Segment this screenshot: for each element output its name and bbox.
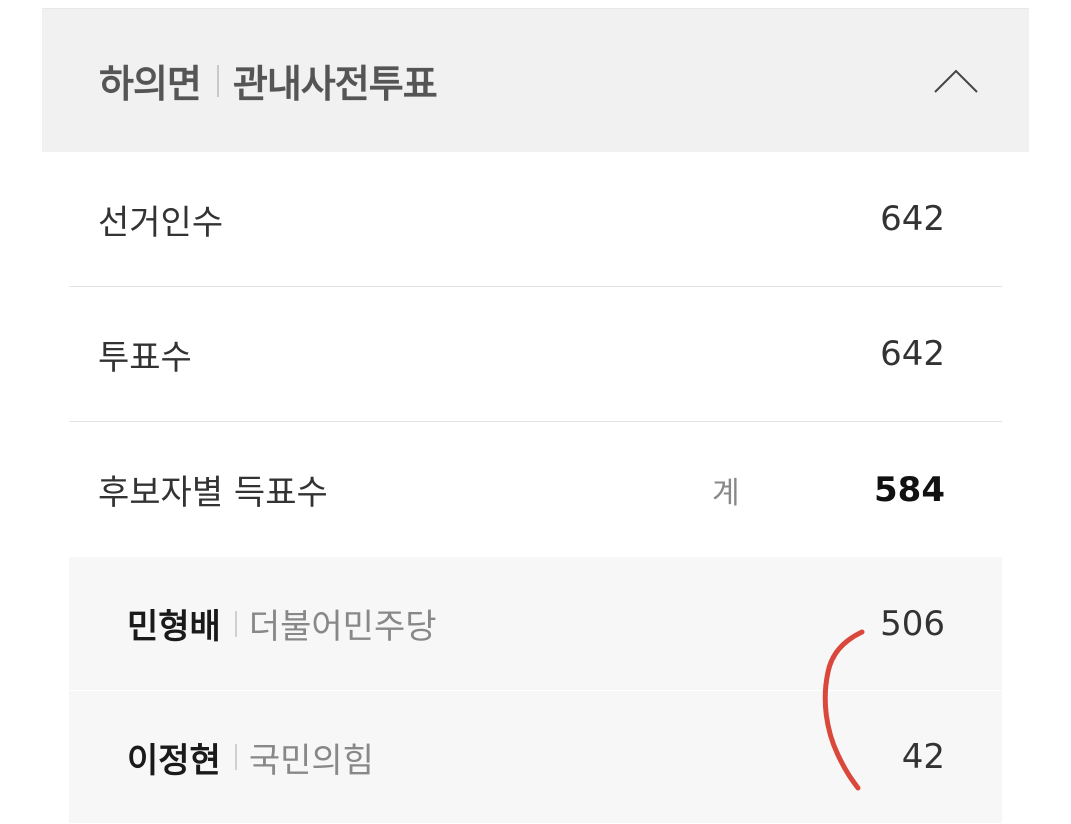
section-header[interactable]: 하의면 관내사전투표 xyxy=(42,8,1029,152)
section-title: 하의면 관내사전투표 xyxy=(99,53,438,108)
electorate-row: 선거인수 642 xyxy=(69,152,1002,287)
results-page: 하의면 관내사전투표 선거인수 642 투표수 642 후보자별 득표수 계 5… xyxy=(0,0,1071,824)
candidate-votes-row: 후보자별 득표수 계 584 xyxy=(69,422,1002,557)
turnout-row: 투표수 642 xyxy=(69,287,1002,422)
electorate-label: 선거인수 xyxy=(98,202,224,243)
candidate-row: 이정현 국민의힘 42 xyxy=(69,690,1002,823)
polling-station-name: 관내사전투표 xyxy=(232,62,438,106)
candidate-party: 국민의힘 xyxy=(248,740,374,781)
candidate-name: 민형배 xyxy=(127,607,221,647)
turnout-value: 642 xyxy=(880,334,945,374)
candidate-party: 더불어민주당 xyxy=(248,607,437,647)
title-divider xyxy=(216,64,219,97)
results-list: 선거인수 642 투표수 642 후보자별 득표수 계 584 민형배 더불어민… xyxy=(69,152,1002,823)
collapse-button[interactable] xyxy=(933,66,979,96)
candidate-divider xyxy=(234,610,237,637)
candidate-name: 이정현 xyxy=(127,740,221,781)
electorate-value: 642 xyxy=(880,199,945,239)
chevron-up-icon xyxy=(934,69,978,93)
total-label: 계 xyxy=(712,475,740,511)
candidate-row: 민형배 더불어민주당 506 xyxy=(69,557,1002,690)
total-value: 584 xyxy=(874,469,945,510)
candidate-divider xyxy=(234,744,237,770)
candidate-votes: 42 xyxy=(901,737,945,777)
turnout-label: 투표수 xyxy=(98,337,192,378)
region-name: 하의면 xyxy=(99,62,202,106)
candidate-votes: 506 xyxy=(880,603,945,644)
